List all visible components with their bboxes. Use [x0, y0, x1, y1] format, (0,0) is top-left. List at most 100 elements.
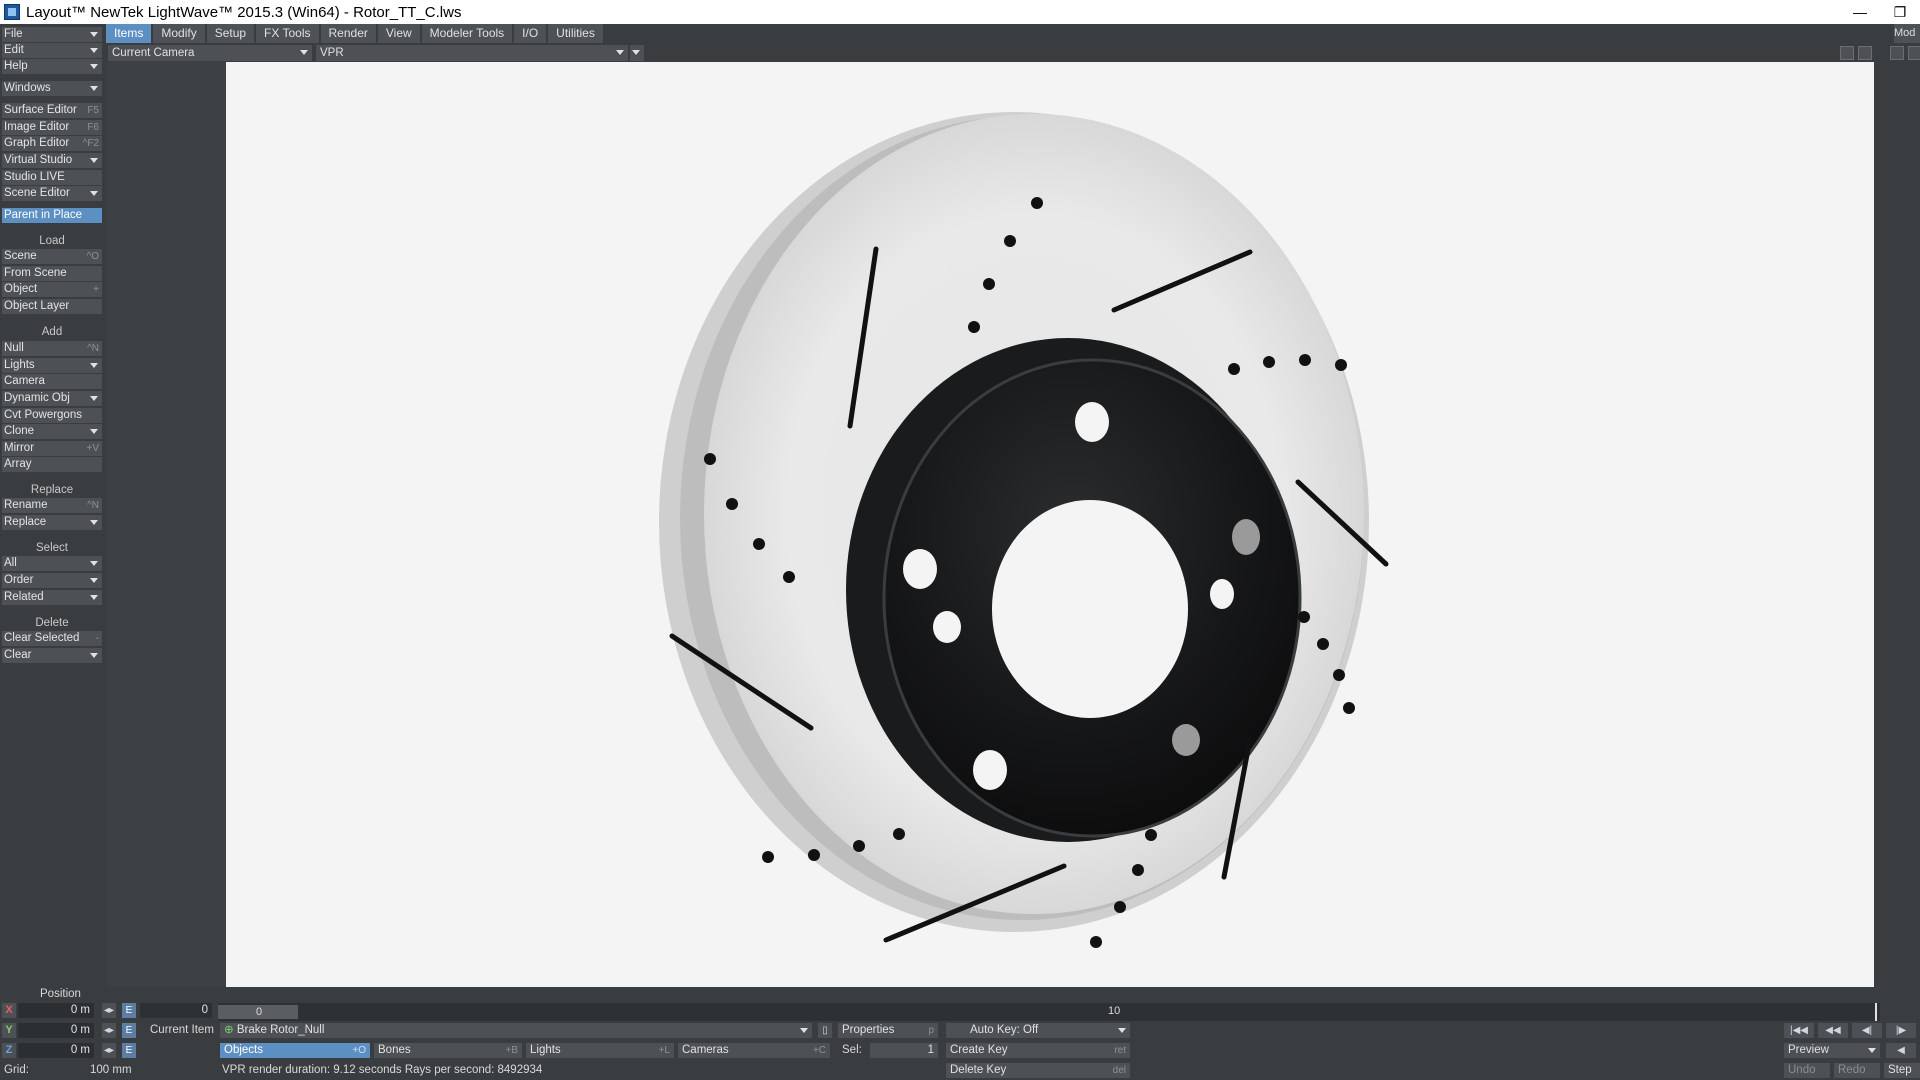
virtual-studio-menu[interactable]: Virtual Studio: [2, 153, 102, 168]
item-pin-icon[interactable]: ▯: [818, 1023, 832, 1038]
view-options-dropdown[interactable]: [630, 45, 644, 61]
delete-key-button[interactable]: Delete Key del: [946, 1063, 1130, 1078]
file-menu[interactable]: File: [2, 27, 102, 42]
load-object-button[interactable]: Object +: [2, 282, 102, 297]
timeline-handle[interactable]: 0: [218, 1005, 298, 1019]
grid-label: Grid:: [4, 1064, 29, 1076]
create-key-button[interactable]: Create Key ret: [946, 1043, 1130, 1058]
surface-editor-button[interactable]: Surface Editor F5: [2, 103, 102, 118]
auto-key-select[interactable]: Auto Key: Off: [946, 1023, 1130, 1038]
modeler-switch-button[interactable]: Mod: [1894, 24, 1920, 43]
load-from-scene-button[interactable]: From Scene: [2, 266, 102, 281]
position-z-field[interactable]: 0 m: [18, 1043, 94, 1058]
select-section-header: Select: [36, 542, 68, 554]
chevron-down-icon: [616, 50, 624, 55]
z-nudge-icon[interactable]: ◂▸: [102, 1043, 116, 1058]
scene-editor-menu[interactable]: Scene Editor: [2, 186, 102, 201]
edit-menu[interactable]: Edit: [2, 43, 102, 58]
chevron-down-icon: [90, 578, 98, 583]
z-envelope-button[interactable]: E: [122, 1043, 136, 1058]
bones-mode-button[interactable]: Bones +B: [374, 1043, 522, 1058]
tab-fx-tools[interactable]: FX Tools: [256, 24, 319, 43]
play-forward-icon[interactable]: |▶: [1886, 1023, 1916, 1038]
lights-mode-button[interactable]: Lights +L: [526, 1043, 674, 1058]
chevron-down-icon: [300, 50, 308, 55]
add-camera-button[interactable]: Camera: [2, 374, 102, 389]
windows-menu[interactable]: Windows: [2, 81, 102, 96]
step-back-icon[interactable]: ◀|: [1852, 1023, 1882, 1038]
parent-in-place-toggle[interactable]: Parent in Place: [2, 208, 102, 223]
camera-view-select[interactable]: Current Camera: [108, 45, 312, 61]
replace-section-header: Replace: [30, 484, 74, 496]
sidebar: File Edit Help Windows Surface Editor F5 …: [0, 24, 104, 1064]
redo-button[interactable]: Redo: [1834, 1063, 1880, 1078]
status-line: VPR render duration: 9.12 seconds Rays p…: [222, 1064, 543, 1076]
tab-items[interactable]: Items: [106, 24, 152, 43]
frame-field[interactable]: 0: [140, 1003, 212, 1018]
minimize-button[interactable]: —: [1840, 4, 1880, 20]
load-scene-button[interactable]: Scene ^O: [2, 249, 102, 264]
rotate-view-icon[interactable]: [1908, 46, 1920, 60]
lightwave-app-icon: [4, 4, 20, 20]
objects-mode-button[interactable]: Objects +O: [220, 1043, 370, 1058]
chevron-down-icon: [90, 429, 98, 434]
clone-menu[interactable]: Clone: [2, 424, 102, 439]
tab-render[interactable]: Render: [320, 24, 376, 43]
load-object-layer-button[interactable]: Object Layer: [2, 299, 102, 314]
select-order-menu[interactable]: Order: [2, 573, 102, 588]
y-envelope-button[interactable]: E: [122, 1023, 136, 1038]
image-editor-button[interactable]: Image Editor F6: [2, 120, 102, 135]
studio-live-button[interactable]: Studio LIVE: [2, 170, 102, 185]
menu-tabs: Items Modify Setup FX Tools Render View …: [106, 24, 603, 43]
graph-editor-button[interactable]: Graph Editor ^F2: [2, 136, 102, 151]
title-bar: Layout™ NewTek LightWave™ 2015.3 (Win64)…: [0, 0, 1920, 24]
maximize-viewport-icon[interactable]: [1858, 46, 1872, 60]
cvt-powergons-button[interactable]: Cvt Powergons: [2, 408, 102, 423]
tab-modify[interactable]: Modify: [153, 24, 205, 43]
position-x-field[interactable]: 0 m: [18, 1003, 94, 1018]
x-nudge-icon[interactable]: ◂▸: [102, 1003, 116, 1018]
list-view-icon[interactable]: [1840, 46, 1854, 60]
timeline-end-marker[interactable]: [1875, 1003, 1877, 1021]
step-button[interactable]: Step: [1884, 1063, 1920, 1078]
tab-io[interactable]: I/O: [514, 24, 547, 43]
tab-view[interactable]: View: [377, 24, 420, 43]
preview-menu[interactable]: Preview: [1784, 1043, 1880, 1058]
array-button[interactable]: Array: [2, 457, 102, 472]
clear-selected-button[interactable]: Clear Selected -: [2, 631, 102, 646]
tab-modeler-tools[interactable]: Modeler Tools: [421, 24, 513, 43]
current-item-select[interactable]: ⊕ Brake Rotor_Null: [220, 1023, 812, 1038]
tab-utilities[interactable]: Utilities: [548, 24, 603, 43]
z-axis-label: Z: [2, 1043, 16, 1058]
timeline-slider[interactable]: 0 10: [218, 1003, 1880, 1021]
move-view-icon[interactable]: [1890, 46, 1904, 60]
position-y-field[interactable]: 0 m: [18, 1023, 94, 1038]
select-all-menu[interactable]: All: [2, 556, 102, 571]
rename-button[interactable]: Rename ^N: [2, 498, 102, 513]
selection-count-value: 1: [870, 1043, 938, 1058]
undo-button[interactable]: Undo: [1784, 1063, 1830, 1078]
vpr-render-viewport[interactable]: [226, 62, 1874, 987]
chevron-down-icon: [90, 561, 98, 566]
chevron-down-icon: [90, 158, 98, 163]
mirror-button[interactable]: Mirror +V: [2, 441, 102, 456]
x-envelope-button[interactable]: E: [122, 1003, 136, 1018]
add-dynamic-obj-menu[interactable]: Dynamic Obj: [2, 391, 102, 406]
grid-size-value: 100 mm: [90, 1064, 132, 1076]
select-related-menu[interactable]: Related: [2, 590, 102, 605]
add-null-button[interactable]: Null ^N: [2, 341, 102, 356]
add-lights-menu[interactable]: Lights: [2, 358, 102, 373]
properties-button[interactable]: Properties p: [838, 1023, 938, 1038]
y-nudge-icon[interactable]: ◂▸: [102, 1023, 116, 1038]
go-to-start-icon[interactable]: |◀◀: [1784, 1023, 1814, 1038]
tab-setup[interactable]: Setup: [206, 24, 255, 43]
previous-key-icon[interactable]: ◀◀: [1818, 1023, 1848, 1038]
step-back-arrow-icon[interactable]: ◀: [1886, 1043, 1916, 1058]
clear-menu[interactable]: Clear: [2, 648, 102, 663]
render-mode-select[interactable]: VPR: [316, 45, 628, 61]
selection-count-label: Sel:: [842, 1044, 862, 1056]
help-menu[interactable]: Help: [2, 59, 102, 74]
restore-button[interactable]: ❐: [1880, 4, 1920, 21]
cameras-mode-button[interactable]: Cameras +C: [678, 1043, 830, 1058]
replace-menu[interactable]: Replace: [2, 515, 102, 530]
